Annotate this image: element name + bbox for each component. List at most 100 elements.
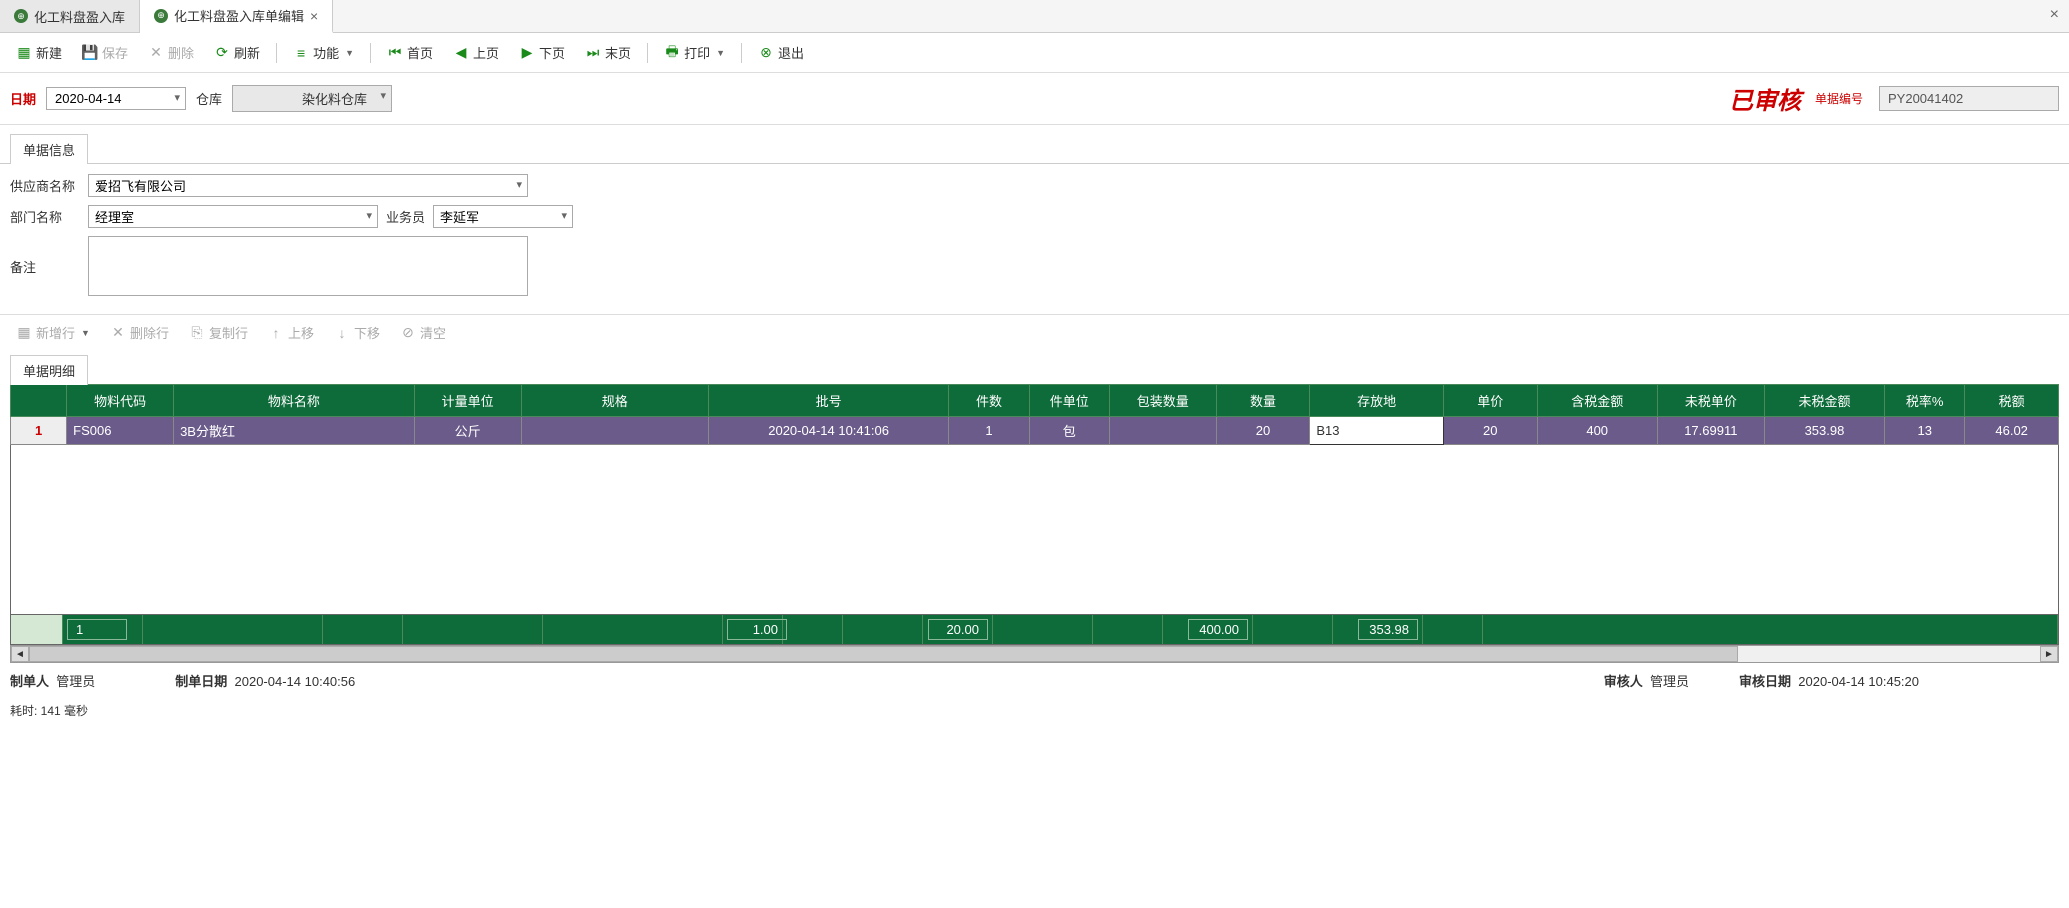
summary-tax-amount: 400.00 — [1188, 619, 1248, 640]
tab-chemical-inventory[interactable]: ⊕ 化工料盘盈入库 — [0, 0, 140, 32]
remark-input[interactable] — [88, 236, 528, 296]
summary-qty: 20.00 — [928, 619, 988, 640]
grid-header[interactable]: 计量单位 — [414, 385, 521, 417]
separator — [741, 43, 742, 63]
first-page-button[interactable]: ⏮首页 — [379, 39, 441, 66]
refresh-button[interactable]: ⟳刷新 — [206, 39, 268, 66]
approve-date-value: 2020-04-14 10:45:20 — [1798, 674, 1919, 689]
delete-button[interactable]: ✕删除 — [140, 39, 202, 66]
grid-header[interactable]: 未税单价 — [1657, 385, 1764, 417]
last-page-button[interactable]: ⏭末页 — [577, 39, 639, 66]
salesman-select[interactable] — [433, 205, 573, 228]
timing-text: 耗时: 141 毫秒 — [0, 698, 2069, 723]
scroll-right-button[interactable]: ► — [2040, 646, 2058, 662]
move-down-button[interactable]: ↓下移 — [326, 319, 388, 346]
cell-tax[interactable]: 46.02 — [1965, 417, 2059, 445]
close-icon[interactable]: × — [310, 8, 318, 24]
grid-header[interactable]: 物料名称 — [174, 385, 415, 417]
cell-tax-amount[interactable]: 400 — [1537, 417, 1657, 445]
next-page-button[interactable]: ▶下页 — [511, 39, 573, 66]
supplier-select[interactable] — [88, 174, 528, 197]
warehouse-select[interactable]: 染化料仓库 — [232, 85, 392, 112]
main-toolbar: ▦新建 💾保存 ✕删除 ⟳刷新 ≡功能▼ ⏮首页 ◀上页 ▶下页 ⏭末页 🖶打印… — [0, 33, 2069, 73]
cell-notax-amount[interactable]: 353.98 — [1764, 417, 1884, 445]
date-input[interactable] — [46, 87, 186, 110]
cell-location[interactable]: B13 — [1310, 417, 1444, 445]
move-up-button[interactable]: ↑上移 — [260, 319, 322, 346]
scroll-track[interactable] — [29, 646, 2040, 662]
scroll-left-button[interactable]: ◄ — [11, 646, 29, 662]
summary-start — [11, 615, 63, 644]
clear-button[interactable]: ⊘清空 — [392, 319, 454, 346]
cell-tax-rate[interactable]: 13 — [1885, 417, 1965, 445]
cell-price[interactable]: 20 — [1443, 417, 1537, 445]
cell-pcs[interactable]: 1 — [949, 417, 1029, 445]
row-number: 1 — [11, 417, 67, 445]
grid-header[interactable]: 税额 — [1965, 385, 2059, 417]
delete-row-button[interactable]: ✕删除行 — [102, 319, 177, 346]
cell-pack-qty[interactable] — [1109, 417, 1216, 445]
copy-row-button[interactable]: ⎘复制行 — [181, 319, 256, 346]
approver-value: 管理员 — [1650, 674, 1689, 689]
approved-stamp: 已审核 — [1729, 81, 1801, 116]
cell-notax-price[interactable]: 17.69911 — [1657, 417, 1764, 445]
cell-name[interactable]: 3B分散红 — [174, 417, 415, 445]
first-icon: ⏮ — [387, 45, 403, 61]
info-panel: 供应商名称 部门名称 业务员 备注 — [0, 163, 2069, 314]
cell-code[interactable]: FS006 — [67, 417, 174, 445]
save-button[interactable]: 💾保存 — [74, 39, 136, 66]
dept-select[interactable] — [88, 205, 378, 228]
filter-bar: 日期 仓库 染化料仓库 已审核 单据编号 — [0, 73, 2069, 125]
grid-header-row: 物料代码 物料名称 计量单位 规格 批号 件数 件单位 包装数量 数量 存放地 … — [11, 385, 2059, 417]
cell-unit[interactable]: 公斤 — [414, 417, 521, 445]
close-all-icon[interactable]: × — [2050, 6, 2059, 24]
separator — [647, 43, 648, 63]
functions-button[interactable]: ≡功能▼ — [285, 39, 362, 66]
print-button[interactable]: 🖶打印▼ — [656, 39, 733, 66]
summary-count: 1 — [67, 619, 127, 640]
grid-header[interactable]: 规格 — [521, 385, 708, 417]
creator-label: 制单人 — [10, 674, 49, 689]
scroll-thumb[interactable] — [29, 646, 1738, 662]
new-button[interactable]: ▦新建 — [8, 39, 70, 66]
cell-spec[interactable] — [521, 417, 708, 445]
grid-header[interactable]: 包装数量 — [1109, 385, 1216, 417]
horizontal-scrollbar[interactable]: ◄ ► — [10, 645, 2059, 663]
chevron-down-icon: ▼ — [81, 328, 90, 338]
detail-grid: 物料代码 物料名称 计量单位 规格 批号 件数 件单位 包装数量 数量 存放地 … — [10, 384, 2059, 445]
creator-value: 管理员 — [56, 674, 95, 689]
grid-header-rownum[interactable] — [11, 385, 67, 417]
exit-button[interactable]: ⊗退出 — [750, 39, 812, 66]
grid-header[interactable]: 物料代码 — [67, 385, 174, 417]
grid-header[interactable]: 税率% — [1885, 385, 1965, 417]
detail-section-tab[interactable]: 单据明细 — [10, 355, 88, 385]
grid-header[interactable]: 存放地 — [1310, 385, 1444, 417]
warehouse-label: 仓库 — [196, 89, 222, 108]
cell-batch[interactable]: 2020-04-14 10:41:06 — [708, 417, 949, 445]
footer-bar: 制单人 管理员 制单日期 2020-04-14 10:40:56 审核人 管理员… — [0, 663, 2069, 698]
prev-page-button[interactable]: ◀上页 — [445, 39, 507, 66]
grid-header[interactable]: 批号 — [708, 385, 949, 417]
cell-qty[interactable]: 20 — [1216, 417, 1310, 445]
info-section-tab[interactable]: 单据信息 — [10, 134, 88, 164]
prev-icon: ◀ — [453, 45, 469, 61]
print-icon: 🖶 — [664, 45, 680, 61]
tab-chemical-inventory-edit[interactable]: ⊕ 化工料盘盈入库单编辑 × — [140, 0, 333, 33]
grid-header[interactable]: 件数 — [949, 385, 1029, 417]
grid-header[interactable]: 含税金额 — [1537, 385, 1657, 417]
last-icon: ⏭ — [585, 45, 601, 61]
row-toolbar: ▦新增行▼ ✕删除行 ⎘复制行 ↑上移 ↓下移 ⊘清空 — [0, 314, 2069, 350]
grid-header[interactable]: 单价 — [1443, 385, 1537, 417]
table-row[interactable]: 1 FS006 3B分散红 公斤 2020-04-14 10:41:06 1 包… — [11, 417, 2059, 445]
copy-icon: ⎘ — [189, 325, 205, 341]
tab-label: 化工料盘盈入库 — [34, 7, 125, 26]
doc-no-label: 单据编号 — [1815, 90, 1863, 107]
grid-header[interactable]: 件单位 — [1029, 385, 1109, 417]
add-row-button[interactable]: ▦新增行▼ — [8, 319, 98, 346]
grid-header[interactable]: 数量 — [1216, 385, 1310, 417]
separator — [276, 43, 277, 63]
list-icon: ≡ — [293, 45, 309, 61]
grid-header[interactable]: 未税金额 — [1764, 385, 1884, 417]
cell-pcs-unit[interactable]: 包 — [1029, 417, 1109, 445]
doc-no-input — [1879, 86, 2059, 111]
